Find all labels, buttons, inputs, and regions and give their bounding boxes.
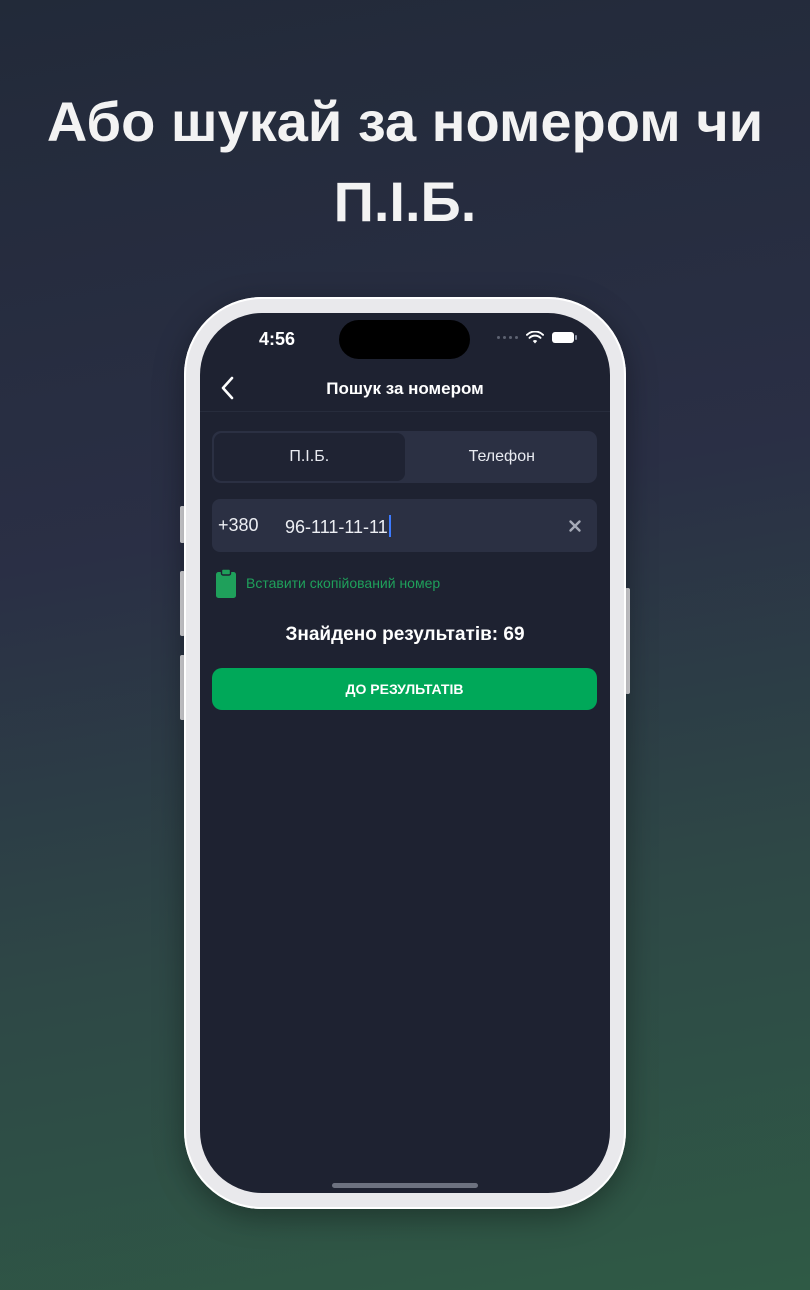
phone-screen: 4:56 Пошук за номером П.І.Б. Телефон +38…: [200, 313, 610, 1193]
phone-number-value-wrap[interactable]: 96-111-11-11: [285, 515, 391, 538]
headline-line-2: П.І.Б.: [333, 170, 477, 233]
phone-number-field[interactable]: +380 96-111-11-11: [212, 499, 597, 552]
tab-full-name[interactable]: П.І.Б.: [214, 433, 405, 481]
dynamic-island: [339, 320, 470, 359]
home-indicator: [332, 1183, 478, 1188]
tab-phone[interactable]: Телефон: [407, 431, 598, 483]
country-code-prefix: +380: [218, 515, 259, 535]
phone-number-value: 96-111-11-11: [285, 517, 388, 537]
go-to-results-button[interactable]: ДО РЕЗУЛЬТАТІВ: [212, 668, 597, 710]
paste-label: Вставити скопійований номер: [246, 575, 441, 591]
go-to-results-label: ДО РЕЗУЛЬТАТІВ: [345, 681, 464, 697]
nav-bar: Пошук за номером: [200, 365, 610, 412]
clear-button[interactable]: [565, 516, 585, 536]
clipboard-icon: [216, 568, 236, 598]
text-caret: [388, 515, 391, 537]
promo-headline: Або шукай за номером чи П.І.Б.: [0, 82, 810, 242]
paste-copied-number-link[interactable]: Вставити скопійований номер: [216, 568, 440, 598]
battery-icon: [552, 332, 577, 343]
wifi-icon: [526, 331, 544, 344]
page-title: Пошук за номером: [326, 379, 484, 398]
results-count: Знайдено результатів: 69: [285, 624, 525, 645]
status-icons: [497, 331, 577, 344]
signal-icon: [497, 336, 518, 339]
status-time: 4:56: [258, 329, 296, 349]
headline-line-1: Або шукай за номером чи: [46, 90, 764, 153]
clear-icon: [569, 520, 581, 532]
search-type-tabs: П.І.Б. Телефон: [212, 431, 597, 483]
